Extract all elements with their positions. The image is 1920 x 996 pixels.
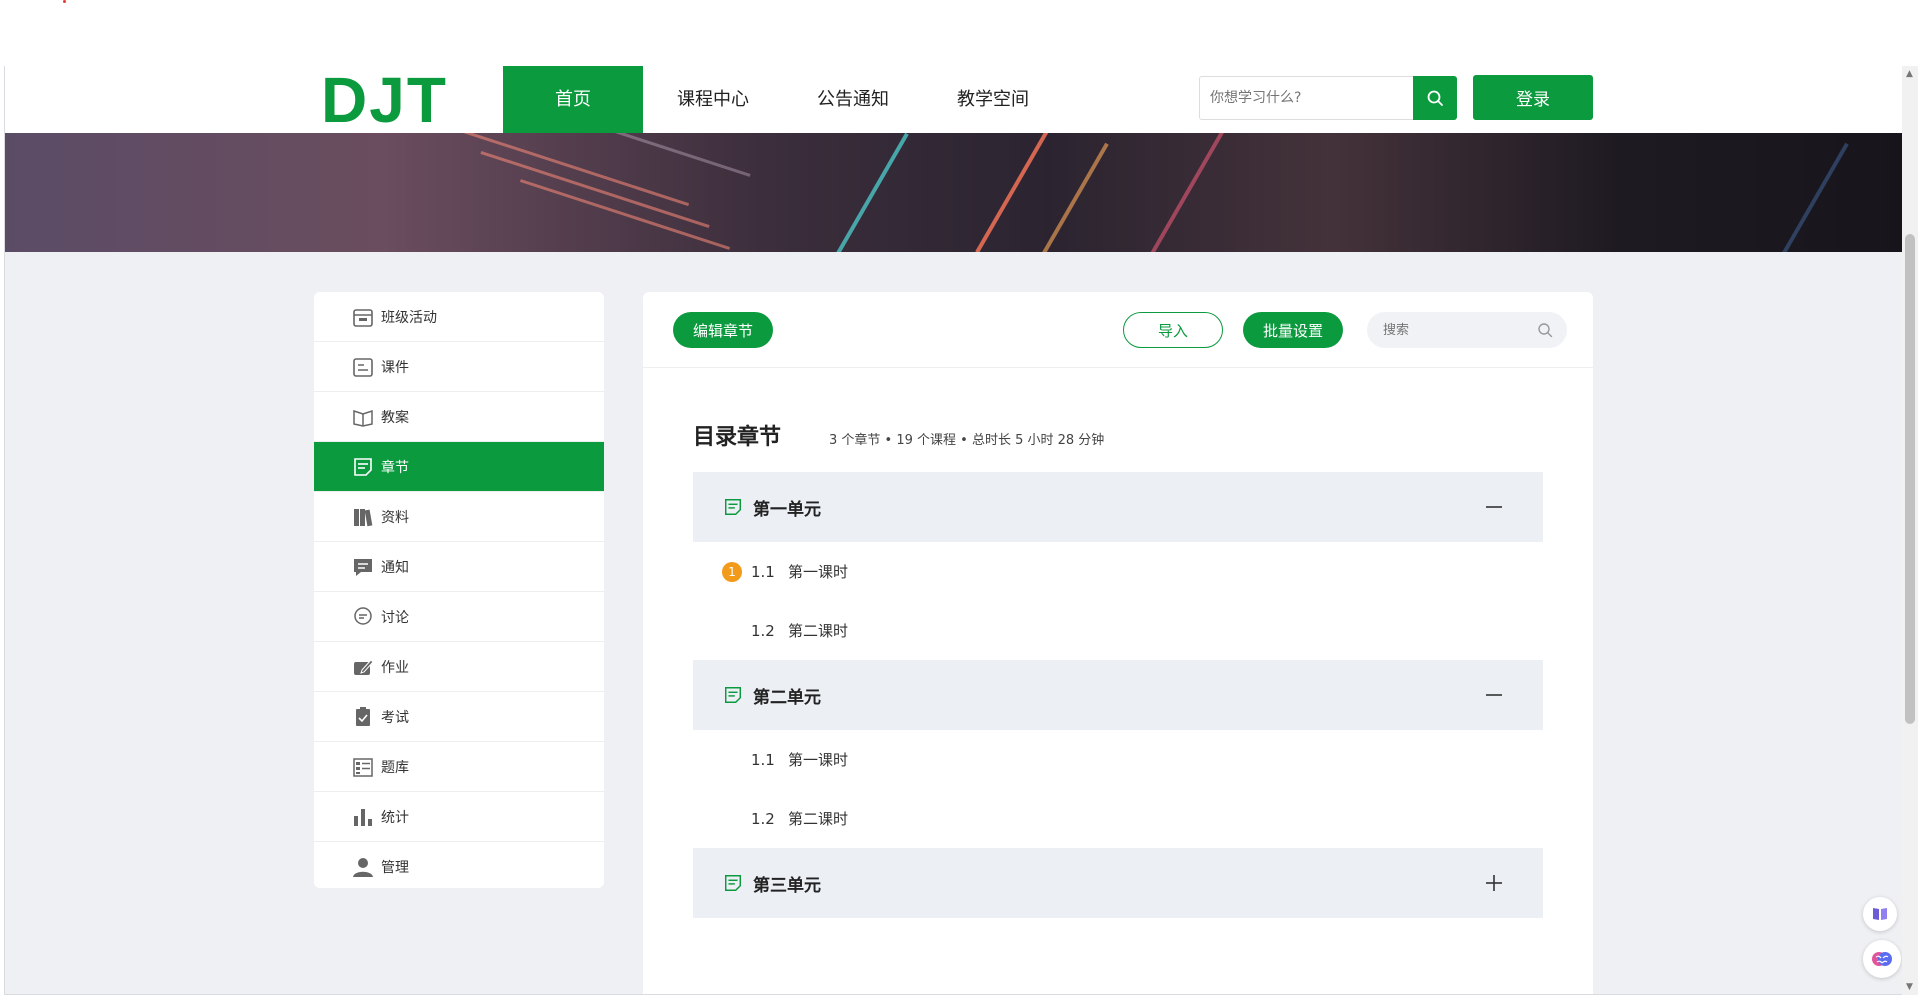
sidebar-item-label: 教案: [381, 409, 409, 426]
nav-course-center[interactable]: 课程中心: [643, 66, 783, 133]
batch-settings-button[interactable]: 批量设置: [1243, 312, 1343, 348]
sidebar-item-label: 课件: [381, 359, 409, 376]
discussion-icon: [351, 605, 375, 629]
unit-list: 第一单元 1 1.1 第一课时 1.2 第二课时 第二单元 1.1 第一课时 1…: [693, 472, 1543, 918]
import-button[interactable]: 导入: [1123, 312, 1223, 348]
lesson-item[interactable]: 1.2 第二课时: [693, 789, 1543, 848]
expand-icon[interactable]: [1483, 872, 1505, 894]
scroll-down-arrow-icon[interactable]: ▼: [1906, 983, 1914, 992]
chapter-icon: [723, 684, 745, 706]
book-icon: [351, 405, 375, 429]
lesson-number: 1.1: [751, 562, 775, 581]
sidebar-item-label: 作业: [381, 659, 409, 676]
sidebar-item-label: 通知: [381, 559, 409, 576]
lesson-item[interactable]: 1.2 第二课时: [693, 601, 1543, 660]
panel-search-input[interactable]: [1367, 312, 1517, 348]
search-icon[interactable]: [1537, 322, 1553, 338]
sidebar-item-label: 章节: [381, 459, 409, 476]
courseware-icon: [351, 355, 375, 379]
panel-toolbar: 编辑章节 导入 批量设置: [643, 292, 1593, 368]
catalog-summary: 3 个章节 • 19 个课程 • 总时长 5 小时 28 分钟: [829, 433, 1105, 448]
scroll-up-arrow-icon[interactable]: ▲: [1906, 70, 1914, 79]
chapter-panel: 编辑章节 导入 批量设置 目录章节 3 个章节 • 19 个课程 • 总时长 5…: [643, 292, 1593, 994]
lesson-item[interactable]: 1.1 第一课时: [693, 730, 1543, 789]
search-icon: [1427, 90, 1443, 106]
browser-frame: DJT 首页 课程中心 公告通知 教学空间 登录: [0, 0, 1920, 996]
reader-float-button[interactable]: [1863, 897, 1897, 931]
header-search-input[interactable]: [1199, 76, 1414, 120]
unit-header[interactable]: 第一单元: [693, 472, 1543, 542]
lesson-title: 第二课时: [788, 622, 849, 640]
main-nav: 首页 课程中心 公告通知 教学空间: [503, 66, 1063, 133]
sidebar-item-label: 讨论: [381, 609, 409, 626]
lesson-number: 1.2: [751, 621, 775, 640]
hero-banner: [5, 133, 1902, 252]
collapse-icon[interactable]: [1483, 684, 1505, 706]
sidebar-item-homework[interactable]: 作业: [314, 642, 604, 692]
unit-title: 第二单元: [753, 687, 821, 708]
sidebar-item-label: 考试: [381, 709, 409, 726]
unit-title: 第一单元: [753, 499, 821, 520]
lesson-number: 1.2: [751, 809, 775, 828]
question-bank-icon: [351, 755, 375, 779]
vertical-scrollbar[interactable]: ▲ ▼: [1902, 66, 1918, 995]
lesson-title: 第一课时: [788, 563, 849, 581]
calendar-icon: [351, 305, 375, 329]
sidebar-item-class-activity[interactable]: 班级活动: [314, 292, 604, 342]
unit-title: 第三单元: [753, 875, 821, 896]
sidebar-item-discussion[interactable]: 讨论: [314, 592, 604, 642]
lesson-title: 第一课时: [788, 751, 849, 769]
sidebar-item-chapters[interactable]: 章节: [314, 442, 604, 492]
header-search-button[interactable]: [1413, 76, 1457, 120]
unit-header[interactable]: 第二单元: [693, 660, 1543, 730]
sidebar-item-lesson-plan[interactable]: 教案: [314, 392, 604, 442]
nav-teaching-space[interactable]: 教学空间: [923, 66, 1063, 133]
lesson-item[interactable]: 1 1.1 第一课时: [693, 542, 1543, 601]
page-viewport: DJT 首页 课程中心 公告通知 教学空间 登录: [4, 66, 1902, 995]
sidebar-item-label: 管理: [381, 860, 409, 876]
unit-header[interactable]: 第三单元: [693, 848, 1543, 918]
lesson-title: 第二课时: [788, 810, 849, 828]
top-header: DJT 首页 课程中心 公告通知 教学空间 登录: [5, 66, 1902, 133]
nav-announcements[interactable]: 公告通知: [783, 66, 923, 133]
sidebar-item-label: 资料: [381, 509, 409, 526]
sidebar-item-label: 班级活动: [381, 309, 437, 326]
red-dot-marker: [63, 0, 66, 3]
edit-chapter-button[interactable]: 编辑章节: [673, 312, 773, 348]
course-sidebar: 班级活动 课件 教案 章节 资料 通知 讨论 作业 考试 题库 统计 管理: [314, 292, 604, 888]
sidebar-item-materials[interactable]: 资料: [314, 492, 604, 542]
lesson-badge: 1: [722, 562, 742, 582]
sidebar-item-exam[interactable]: 考试: [314, 692, 604, 742]
catalog-header: 目录章节 3 个章节 • 19 个课程 • 总时长 5 小时 28 分钟: [693, 419, 1104, 451]
login-button[interactable]: 登录: [1473, 75, 1593, 120]
book-icon: [1873, 908, 1887, 920]
scrollbar-thumb[interactable]: [1905, 234, 1915, 724]
sidebar-item-question-bank[interactable]: 题库: [314, 742, 604, 792]
exam-icon: [351, 705, 375, 729]
panel-search: [1367, 312, 1567, 348]
ai-assistant-button[interactable]: [1863, 940, 1901, 978]
chapter-icon: [723, 496, 745, 518]
sidebar-item-label: 统计: [381, 809, 409, 826]
sidebar-item-label: 题库: [381, 759, 409, 776]
nav-home[interactable]: 首页: [503, 66, 643, 133]
lesson-number: 1.1: [751, 750, 775, 769]
sidebar-item-notifications[interactable]: 通知: [314, 542, 604, 592]
sidebar-item-management[interactable]: 管理: [314, 842, 604, 888]
site-logo[interactable]: DJT: [321, 68, 448, 132]
catalog-title: 目录章节: [693, 425, 782, 450]
brain-icon: [1872, 952, 1892, 966]
chapter-icon: [723, 872, 745, 894]
sidebar-item-statistics[interactable]: 统计: [314, 792, 604, 842]
chapter-icon: [351, 455, 375, 479]
sidebar-item-courseware[interactable]: 课件: [314, 342, 604, 392]
homework-icon: [351, 655, 375, 679]
collapse-icon[interactable]: [1483, 496, 1505, 518]
user-icon: [351, 855, 375, 879]
message-icon: [351, 555, 375, 579]
library-icon: [351, 505, 375, 529]
chart-icon: [351, 805, 375, 829]
